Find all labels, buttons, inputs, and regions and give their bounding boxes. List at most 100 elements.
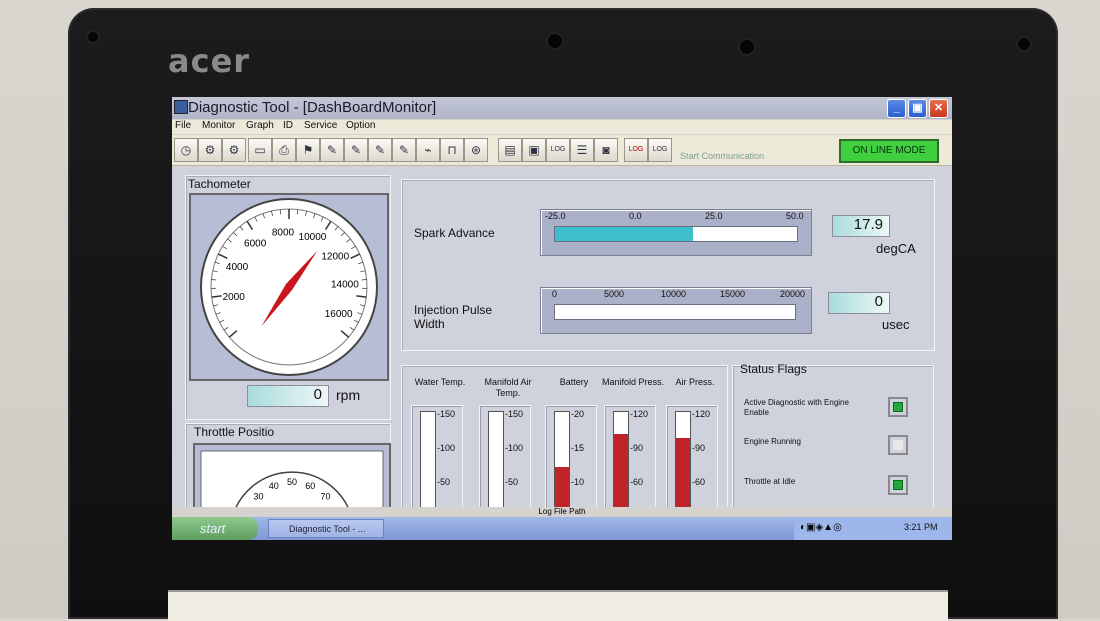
vgauge-tick-3-1: -90: [630, 443, 643, 453]
graph-icon[interactable]: ☰: [570, 138, 594, 162]
vgauge-tick-3-0: -120: [630, 409, 648, 419]
window-titlebar: Diagnostic Tool - [DashBoardMonitor] _ ▣…: [172, 97, 952, 119]
menu-file[interactable]: File: [175, 120, 191, 131]
spark-tick-1: 0.0: [629, 211, 642, 221]
gauge-icon[interactable]: ◷: [174, 138, 198, 162]
bezel-dot-right: [1018, 38, 1030, 50]
id-icon[interactable]: ⚑: [296, 138, 320, 162]
tools3-icon[interactable]: ✎: [368, 138, 392, 162]
sensor-icon[interactable]: ⌁: [416, 138, 440, 162]
flag-label-1: Engine Running: [744, 437, 801, 446]
flag-box-2: [888, 475, 908, 495]
sensor-dot: [740, 40, 754, 54]
throttle-title: Throttle Positio: [194, 425, 274, 439]
monitor-icon[interactable]: ⚙: [198, 138, 222, 162]
online-mode-indicator: ON LINE MODE: [839, 139, 939, 163]
vgauge-label-4: Air Press.: [662, 377, 728, 387]
vgauge-tick-4-1: -90: [692, 443, 705, 453]
throttle-label-70: 70: [320, 491, 330, 501]
minimize-button[interactable]: _: [887, 99, 906, 118]
dashboard-panel: Tachometer 20004000600080001000012000140…: [172, 167, 952, 517]
vgauge-tube-2: [554, 411, 570, 513]
taskbar-item-diagnostic-tool[interactable]: Diagnostic Tool - ...: [268, 519, 384, 538]
flag-label-0-line1: Active Diagnostic with Engine: [744, 398, 849, 407]
vgauge-frame-2: [545, 405, 597, 519]
bezel-dot-left: [88, 32, 98, 42]
flag-label-0-line2: Enable: [744, 408, 769, 417]
flag-indicator-0: [893, 402, 903, 412]
close-button[interactable]: ✕: [929, 99, 948, 118]
camera-icon[interactable]: ◙: [594, 138, 618, 162]
status-flags-title: Status Flags: [740, 362, 807, 376]
tachometer-title: Tachometer: [188, 177, 251, 191]
spark-tick-2: 25.0: [705, 211, 723, 221]
vgauge-label2-1: Temp.: [475, 388, 541, 398]
rpm-readout: 0: [247, 385, 329, 407]
flag-box-0: [888, 397, 908, 417]
webcam-icon: [548, 34, 562, 48]
start-communication-label[interactable]: Start Communication: [680, 151, 764, 161]
app-icon: [174, 100, 188, 114]
log-icon[interactable]: LOG: [546, 138, 570, 162]
start-button[interactable]: start: [172, 517, 258, 540]
taskbar: start Diagnostic Tool - ... ◐▣◈▲◎ 3:21 P…: [172, 517, 952, 540]
vgauge-label-0: Water Temp.: [407, 377, 473, 387]
clock: 3:21 PM: [904, 522, 938, 532]
vgauge-tick-1-0: -150: [505, 409, 523, 419]
throttle-label-50: 50: [287, 477, 297, 487]
menu-graph[interactable]: Graph: [246, 120, 274, 131]
vgauge-tick-0-2: -50: [437, 477, 450, 487]
tools-icon[interactable]: ✎: [320, 138, 344, 162]
status-bar: Log File Path: [172, 507, 952, 517]
injection-label-line1: Injection Pulse: [414, 303, 492, 317]
menu-id[interactable]: ID: [283, 120, 293, 131]
brand-logo: acer: [168, 42, 250, 80]
tach-label-10000: 10000: [299, 232, 327, 243]
tach-label-16000: 16000: [325, 309, 353, 320]
spark-bar-track: [554, 226, 798, 242]
laptop-base-edge: [168, 590, 948, 621]
injection-tick-1: 5000: [604, 289, 624, 299]
tach-label-12000: 12000: [321, 251, 349, 262]
throttle-label-60: 60: [305, 481, 315, 491]
flag-box-1: [888, 435, 908, 455]
menu-service[interactable]: Service: [304, 120, 337, 131]
maximize-button[interactable]: ▣: [908, 99, 927, 118]
tach-label-8000: 8000: [272, 227, 295, 238]
tools2-icon[interactable]: ✎: [344, 138, 368, 162]
vgauge-tick-2-0: -20: [571, 409, 584, 419]
menu-monitor[interactable]: Monitor: [202, 120, 235, 131]
log-stop-icon[interactable]: LOG: [648, 138, 672, 162]
pump-icon[interactable]: ⊓: [440, 138, 464, 162]
vgauge-tick-0-0: -150: [437, 409, 455, 419]
tools4-icon[interactable]: ✎: [392, 138, 416, 162]
flag-indicator-1: [893, 440, 903, 450]
vgauge-frame-4: [666, 405, 718, 519]
vgauge-tick-1-1: -100: [505, 443, 523, 453]
log-file-path: Log File Path: [538, 507, 585, 516]
injection-tick-4: 20000: [780, 289, 805, 299]
tach-label-2000: 2000: [223, 292, 246, 303]
save-icon[interactable]: ▣: [522, 138, 546, 162]
spark-readout: 17.9: [832, 215, 890, 237]
vgauge-label-1: Manifold Air: [475, 377, 541, 387]
vgauge-fill-3: [614, 434, 628, 512]
vgauge-tick-4-2: -60: [692, 477, 705, 487]
injection-bar-track: [554, 304, 796, 320]
vgauge-fill-4: [676, 438, 690, 512]
vgauge-tick-4-0: -120: [692, 409, 710, 419]
window-icon[interactable]: ▭: [248, 138, 272, 162]
tray-icons: ◐▣◈▲◎: [800, 522, 842, 533]
tachometer-dial: 200040006000800010000120001400016000: [189, 193, 389, 381]
print-icon[interactable]: ⎙: [272, 138, 296, 162]
engine-icon[interactable]: ⊛: [464, 138, 488, 162]
folder-icon[interactable]: ▤: [498, 138, 522, 162]
system-tray: ◐▣◈▲◎ 3:21 PM: [794, 517, 952, 540]
monitor2-icon[interactable]: ⚙: [222, 138, 246, 162]
menu-option[interactable]: Option: [346, 120, 375, 131]
window-title: Diagnostic Tool - [DashBoardMonitor]: [188, 99, 436, 116]
log-record-icon[interactable]: LOG: [624, 138, 648, 162]
vgauge-frame-3: [604, 405, 656, 519]
vgauge-frame-1: [479, 405, 531, 519]
vgauge-tick-2-1: -15: [571, 443, 584, 453]
